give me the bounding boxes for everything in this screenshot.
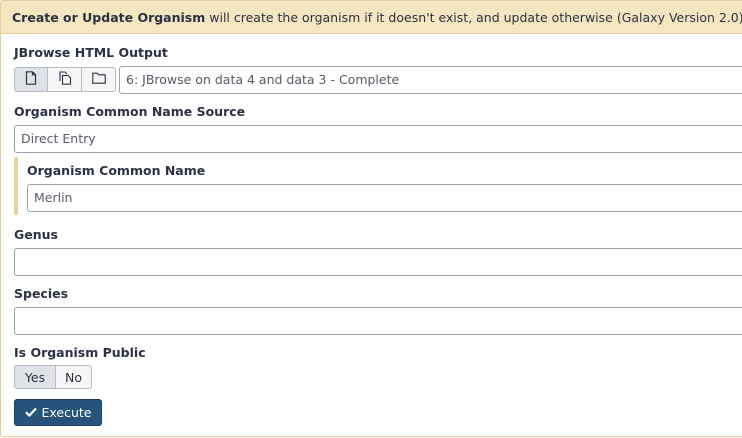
- single-dataset-icon: [25, 71, 37, 88]
- common-name-label: Organism Common Name: [27, 163, 206, 178]
- dataset-mode-toggle: [14, 67, 116, 92]
- common-name-input[interactable]: Merlin: [27, 184, 742, 212]
- tool-description: will create the organism if it doesn't e…: [205, 10, 742, 25]
- genus-label: Genus: [14, 227, 58, 242]
- jbrowse-output-label: JBrowse HTML Output: [14, 45, 168, 60]
- common-name-source-select[interactable]: Direct Entry: [14, 125, 742, 153]
- is-public-yes-button[interactable]: Yes: [14, 365, 56, 389]
- species-input[interactable]: [14, 307, 742, 335]
- folder-icon: [91, 72, 106, 87]
- execute-button[interactable]: Execute: [14, 399, 102, 426]
- single-dataset-button[interactable]: [14, 67, 48, 92]
- check-icon: [24, 405, 37, 420]
- tool-name: Create or Update Organism: [12, 10, 206, 25]
- species-label: Species: [14, 286, 69, 301]
- tool-header: Create or Update Organism will create th…: [1, 1, 742, 34]
- execute-label: Execute: [41, 405, 92, 420]
- common-name-source-label: Organism Common Name Source: [14, 104, 246, 119]
- is-public-toggle: Yes No: [14, 365, 92, 389]
- is-public-no-button[interactable]: No: [55, 365, 92, 389]
- genus-input[interactable]: [14, 248, 742, 276]
- jbrowse-dataset-select[interactable]: 6: JBrowse on data 4 and data 3 - Comple…: [119, 66, 742, 94]
- dataset-collection-button[interactable]: [81, 67, 116, 92]
- conditional-section-bar: [14, 157, 18, 215]
- is-public-label: Is Organism Public: [14, 345, 146, 360]
- multiple-datasets-icon: [58, 71, 72, 88]
- multiple-datasets-button[interactable]: [47, 67, 82, 92]
